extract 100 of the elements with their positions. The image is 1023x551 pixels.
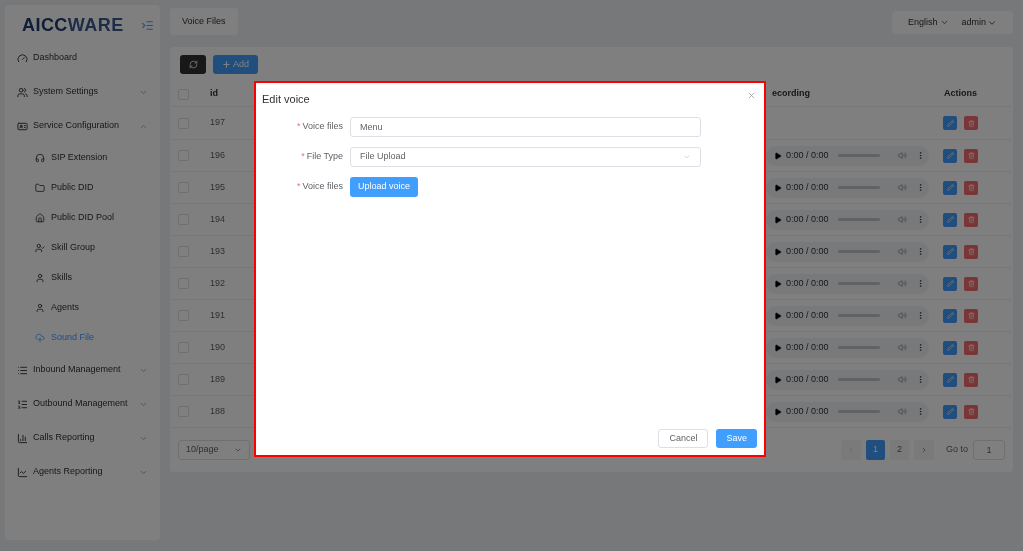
- audio-player[interactable]: 0:00 / 0:00: [766, 305, 929, 326]
- trash-icon: [967, 280, 975, 287]
- play-icon[interactable]: [774, 279, 782, 288]
- delete-button[interactable]: [964, 276, 978, 291]
- pencil-icon: [946, 376, 954, 383]
- delete-button[interactable]: [964, 308, 978, 323]
- volume-icon[interactable]: [898, 151, 908, 160]
- column-header: ecording: [772, 88, 810, 99]
- edit-button[interactable]: [943, 116, 957, 130]
- volume-icon[interactable]: [898, 311, 908, 320]
- sidebar-item[interactable]: Service Configuration: [5, 109, 160, 143]
- edit-button[interactable]: [943, 148, 957, 163]
- menu-icon[interactable]: [141, 19, 154, 32]
- trash-icon: [967, 216, 975, 223]
- trash-icon: [967, 312, 975, 319]
- edit-button[interactable]: [943, 308, 957, 323]
- audio-player[interactable]: 0:00 / 0:00: [766, 177, 929, 198]
- chevron-down-icon: [234, 446, 242, 454]
- bar-chart-icon: [17, 432, 28, 444]
- cloud-upload-icon: [35, 333, 45, 343]
- audio-player[interactable]: 0:00 / 0:00: [766, 337, 929, 358]
- page-size-select[interactable]: 10/page: [178, 440, 250, 460]
- sidebar-subitem[interactable]: Public DID Pool: [5, 203, 160, 233]
- upload-button[interactable]: Upload voice: [350, 176, 418, 197]
- user-dropdown[interactable]: admin: [961, 15, 997, 30]
- cancel-button[interactable]: Cancel: [658, 429, 709, 448]
- sidebar-item[interactable]: Agents Reporting: [5, 455, 160, 489]
- play-icon[interactable]: [774, 375, 782, 384]
- delete-button[interactable]: [964, 404, 978, 419]
- volume-icon[interactable]: [898, 407, 908, 416]
- edit-button[interactable]: [943, 276, 957, 291]
- table-cell: 194: [210, 213, 226, 224]
- delete-button[interactable]: [964, 116, 978, 130]
- time-label: 0:00 / 0:00: [785, 212, 829, 226]
- sidebar-item[interactable]: Calls Reporting: [5, 421, 160, 455]
- play-icon[interactable]: [774, 343, 782, 352]
- play-icon[interactable]: [774, 407, 782, 416]
- edit-button[interactable]: [943, 340, 957, 355]
- volume-icon[interactable]: [898, 375, 908, 384]
- play-icon[interactable]: [774, 247, 782, 256]
- audio-player[interactable]: 0:00 / 0:00: [766, 241, 929, 262]
- volume-icon[interactable]: [898, 343, 908, 352]
- trash-icon: [967, 344, 975, 351]
- users-icon: [17, 86, 28, 98]
- audio-player[interactable]: 0:00 / 0:00: [766, 209, 929, 230]
- pencil-icon: [946, 408, 954, 415]
- sidebar-subitem[interactable]: Skills: [5, 263, 160, 293]
- sidebar-subitem[interactable]: Agents: [5, 293, 160, 323]
- delete-button[interactable]: [964, 244, 978, 259]
- play-icon[interactable]: [774, 215, 782, 224]
- goto-field[interactable]: 1: [973, 440, 1005, 460]
- audio-player[interactable]: 0:00 / 0:00: [766, 273, 929, 294]
- play-icon[interactable]: [774, 183, 782, 192]
- time-label: 0:00 / 0:00: [785, 244, 829, 258]
- column-header: id: [210, 88, 218, 99]
- audio-player[interactable]: 0:00 / 0:00: [766, 401, 929, 422]
- time-label: 0:00 / 0:00: [785, 276, 829, 290]
- column-header: Actions: [944, 88, 977, 99]
- select-field[interactable]: File Upload: [350, 146, 701, 167]
- refresh-button[interactable]: [180, 55, 206, 74]
- edit-button[interactable]: [943, 180, 957, 195]
- sidebar-item[interactable]: Dashboard: [5, 41, 160, 75]
- pencil-icon: [946, 344, 954, 351]
- user-icon: [35, 273, 45, 283]
- delete-button[interactable]: [964, 180, 978, 195]
- sidebar-item[interactable]: System Settings: [5, 75, 160, 109]
- language-dropdown[interactable]: English: [907, 15, 950, 30]
- edit-button[interactable]: [943, 212, 957, 227]
- delete-button[interactable]: [964, 148, 978, 163]
- table-cell: 188: [210, 405, 226, 416]
- edit-button[interactable]: [943, 244, 957, 259]
- sidebar-subitem[interactable]: SIP Extension: [5, 143, 160, 173]
- play-icon[interactable]: [774, 151, 782, 160]
- volume-icon[interactable]: [898, 215, 908, 224]
- save-button[interactable]: Save: [716, 429, 757, 448]
- close-icon[interactable]: [747, 91, 756, 100]
- time-label: 0:00 / 0:00: [785, 180, 829, 194]
- sidebar-subitem[interactable]: Skill Group: [5, 233, 160, 263]
- sidebar-subitem[interactable]: Public DID: [5, 173, 160, 203]
- delete-button[interactable]: [964, 340, 978, 355]
- plus-icon: [222, 60, 231, 69]
- play-icon[interactable]: [774, 311, 782, 320]
- refresh-icon: [188, 60, 198, 69]
- delete-button[interactable]: [964, 212, 978, 227]
- audio-player[interactable]: 0:00 / 0:00: [766, 369, 929, 390]
- table-cell: 189: [210, 373, 226, 384]
- page-button[interactable]: 2: [890, 440, 909, 460]
- edit-button[interactable]: [943, 404, 957, 419]
- edit-button[interactable]: [943, 372, 957, 387]
- volume-icon[interactable]: [898, 279, 908, 288]
- volume-icon[interactable]: [898, 183, 908, 192]
- sidebar-item[interactable]: Outbound Management: [5, 387, 160, 421]
- delete-button[interactable]: [964, 372, 978, 387]
- page-tab[interactable]: Voice Files: [170, 8, 238, 35]
- pencil-icon: [946, 184, 954, 191]
- audio-player[interactable]: 0:00 / 0:00: [766, 145, 929, 166]
- volume-icon[interactable]: [898, 247, 908, 256]
- input-field[interactable]: Menu: [350, 116, 701, 137]
- sidebar-item[interactable]: Inbound Management: [5, 353, 160, 387]
- headphones-icon: [35, 153, 45, 163]
